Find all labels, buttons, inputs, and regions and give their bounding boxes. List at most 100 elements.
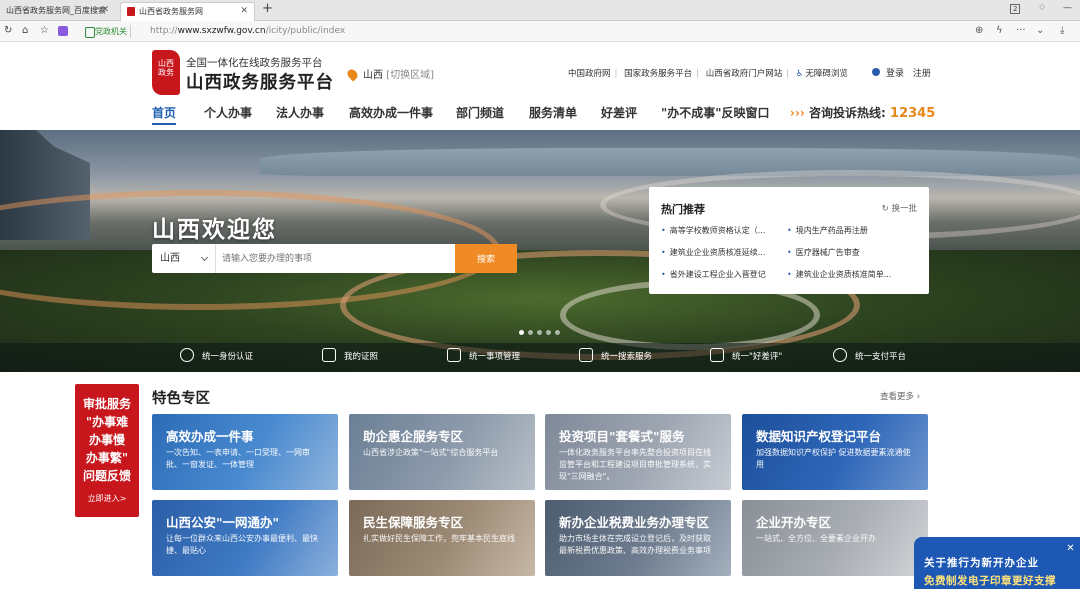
refresh-label: 换一批	[891, 204, 917, 214]
hot-item[interactable]: 医疗器械广告审查	[787, 247, 907, 258]
menu-home[interactable]: 首页	[152, 104, 177, 125]
card-desc: 一体化政务服务平台率先整合投资项目在线监管平台和工程建设项目审批管理系统，实现"…	[559, 448, 711, 481]
feedback-line: "办事难	[85, 415, 129, 429]
chevron-down-icon[interactable]: ⌄	[1036, 25, 1044, 36]
register-link[interactable]: 注册	[913, 69, 931, 79]
close-icon[interactable]: ✕	[1065, 543, 1076, 554]
search-button[interactable]: 搜索	[455, 244, 517, 273]
close-tab-icon[interactable]: ✕	[101, 2, 109, 19]
feature-card[interactable]: 企业开办专区 一站式、全方位、全要素企业开办	[742, 500, 928, 576]
hot-item[interactable]: 建筑业企业资质核准延续...	[661, 247, 781, 258]
star-icon[interactable]: ☆	[40, 25, 49, 36]
tool-payment[interactable]: 统一支付平台	[833, 343, 906, 372]
accessibility-icon: ♿	[795, 69, 804, 79]
hot-item[interactable]: 建筑业企业资质核准简单...	[787, 269, 907, 280]
user-icon	[872, 68, 880, 76]
site-title[interactable]: 山西政务服务平台	[186, 69, 334, 94]
id-card-icon	[322, 348, 336, 362]
browser-tab-search[interactable]: 山西省政务服务网_百度搜索 ✕	[0, 2, 115, 21]
menu-complaint-window[interactable]: "办不成事"反映窗口	[661, 104, 770, 121]
tool-search-service[interactable]: 统一搜索服务	[579, 343, 652, 372]
switch-area-link[interactable]: [切换区域]	[386, 70, 434, 81]
link-gov-cn[interactable]: 中国政府网	[568, 69, 611, 79]
card-title: 高效办成一件事	[166, 429, 254, 444]
extension-icon[interactable]	[58, 26, 68, 36]
region-select[interactable]: 山西	[152, 244, 216, 273]
search-input[interactable]	[222, 244, 452, 273]
link-accessibility[interactable]: 无障碍浏览	[805, 69, 848, 79]
hero-banner: 山西欢迎您 山西 搜索 热门推荐 ↻ 换一批 高等学校教师资格认定（... 境内…	[0, 130, 1080, 372]
card-title: 助企惠企服务专区	[363, 429, 464, 444]
view-more-link[interactable]: 查看更多 ›	[880, 390, 920, 402]
feature-card[interactable]: 新办企业税费业务办理专区 助力市场主体在完成设立登记后，及时获取最新税费优惠政策…	[545, 500, 731, 576]
home-icon[interactable]: ⌂	[22, 25, 28, 36]
login-area: 登录 注册	[872, 66, 931, 79]
lightning-icon[interactable]: ϟ	[996, 25, 1003, 36]
login-link[interactable]: 登录	[886, 69, 904, 79]
document-icon	[447, 348, 461, 362]
reload-icon[interactable]: ↻	[4, 25, 12, 36]
feedback-side-box[interactable]: 审批服务 "办事难 办事慢 办事繁" 问题反馈 立即进入>	[75, 384, 139, 517]
site-subtitle: 全国一体化在线政务服务平台	[186, 57, 323, 69]
site-logo[interactable]: 山西政务	[152, 50, 180, 95]
carousel-dot[interactable]	[519, 330, 524, 335]
view-more-label: 查看更多	[880, 392, 915, 402]
floating-notice[interactable]: ✕ 关于推行为新开办企业 免费制发电子印章更好支撑	[914, 537, 1080, 589]
tab-label: 山西省政务服务网	[139, 7, 203, 16]
security-badge: 党政机关	[83, 25, 131, 38]
feature-card[interactable]: 山西公安"一网通办" 让每一位群众来山西公安办事最便利、最快捷、最贴心	[152, 500, 338, 576]
more-icon[interactable]: ···	[1016, 25, 1026, 36]
location-pin-icon	[345, 67, 360, 82]
url-field[interactable]: http://www.sxzwfw.gov.cn/icity/public/in…	[150, 25, 345, 38]
zoom-icon[interactable]: ⊕	[975, 25, 983, 36]
menu-departments[interactable]: 部门频道	[456, 104, 504, 121]
card-title: 投资项目"套餐式"服务	[559, 429, 685, 444]
feature-card[interactable]: 投资项目"套餐式"服务 一体化政务服务平台率先整合投资项目在线监管平台和工程建设…	[545, 414, 731, 490]
tab-counter[interactable]: 2	[1010, 4, 1021, 14]
carousel-dot[interactable]	[537, 330, 542, 335]
tool-my-licenses[interactable]: 我的证照	[322, 343, 378, 372]
feature-card[interactable]: 助企惠企服务专区 山西省涉企政策"一站式"综合服务平台	[349, 414, 535, 490]
tool-item-management[interactable]: 统一事项管理	[447, 343, 520, 372]
tool-label: 统一搜索服务	[601, 352, 653, 362]
menu-legal-person[interactable]: 法人办事	[276, 104, 324, 121]
menu-one-thing[interactable]: 高效办成一件事	[349, 104, 433, 121]
shirt-icon[interactable]: ♢	[1038, 3, 1046, 13]
card-desc: 山西省涉企政策"一站式"综合服务平台	[363, 448, 499, 457]
menu-service-list[interactable]: 服务清单	[529, 104, 577, 121]
feature-card[interactable]: 民生保障服务专区 扎实做好民生保障工作，兜牢基本民生底线	[349, 500, 535, 576]
notice-line-1: 关于推行为新开办企业	[924, 557, 1039, 569]
top-links: 中国政府网 | 国家政务服务平台 | 山西省政府门户网站 | ♿ 无障碍浏览	[568, 69, 848, 79]
refresh-button[interactable]: ↻ 换一批	[882, 202, 917, 214]
hot-item[interactable]: 境内生产药品再注册	[787, 225, 907, 236]
banner-water	[260, 148, 1080, 176]
edit-icon	[710, 348, 724, 362]
tool-identity-auth[interactable]: 统一身份认证	[180, 343, 253, 372]
carousel-dot[interactable]	[528, 330, 533, 335]
menu-personal[interactable]: 个人办事	[204, 104, 252, 121]
new-tab-button[interactable]: +	[262, 1, 273, 16]
tool-rating[interactable]: 统一"好差评"	[710, 343, 782, 372]
enter-now-link[interactable]: 立即进入>	[75, 493, 139, 504]
close-tab-icon[interactable]: ✕	[240, 3, 248, 20]
minimize-icon[interactable]: —	[1063, 3, 1072, 13]
download-icon[interactable]: ⤓	[1060, 25, 1064, 36]
carousel-dot[interactable]	[546, 330, 551, 335]
feature-card[interactable]: 高效办成一件事 一次告知、一表申请、一口受理、一网审批、一窗发证、一体管理	[152, 414, 338, 490]
carousel-dot[interactable]	[555, 330, 560, 335]
url-path: /icity/public/index	[265, 26, 346, 36]
feature-card[interactable]: 数据知识产权登记平台 加强数据知识产权保护 促进数据要素流通使用	[742, 414, 928, 490]
hot-item[interactable]: 省外建设工程企业入晋登记	[661, 269, 781, 280]
chevron-right-icon: ›	[914, 392, 921, 402]
tab-label: 山西省政务服务网_百度搜索	[6, 6, 106, 15]
card-title: 新办企业税费业务办理专区	[559, 515, 710, 530]
location-selector[interactable]: 山西 [切换区域]	[345, 66, 434, 82]
card-title: 民生保障服务专区	[363, 515, 464, 530]
link-national-platform[interactable]: 国家政务服务平台	[624, 69, 692, 79]
menu-rating[interactable]: 好差评	[601, 104, 637, 121]
logo-text: 山西政务	[158, 59, 174, 77]
hot-item[interactable]: 高等学校教师资格认定（...	[661, 225, 781, 236]
link-shanxi-portal[interactable]: 山西省政府门户网站	[706, 69, 783, 79]
hotline: ››› 咨询投诉热线: 12345	[790, 104, 935, 121]
browser-tab-active[interactable]: 山西省政务服务网 ✕	[120, 2, 255, 21]
